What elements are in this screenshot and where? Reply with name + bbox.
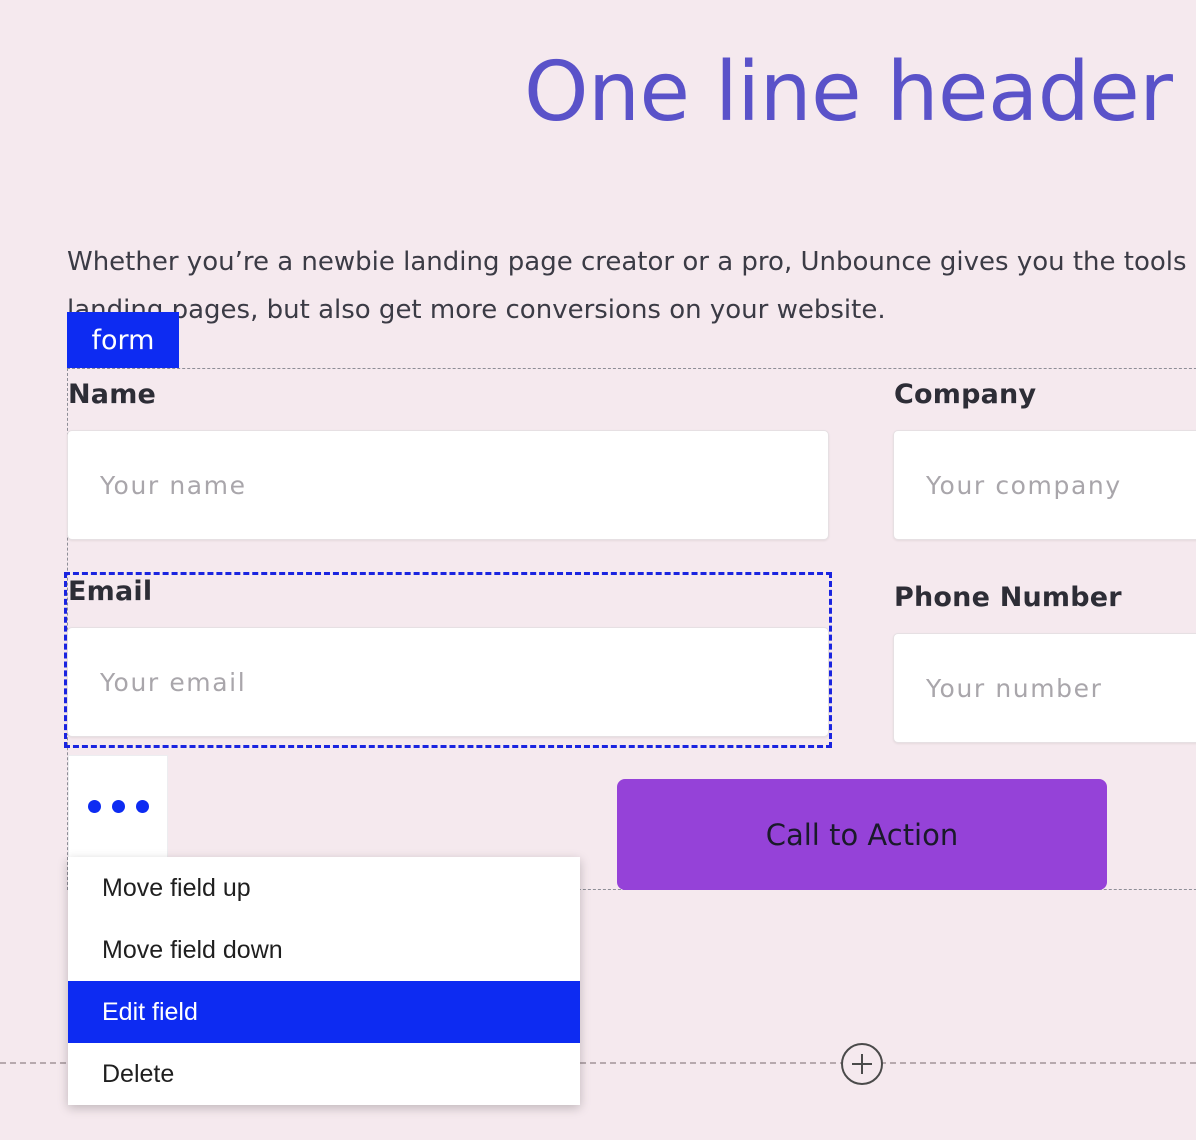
plus-circle-icon[interactable] — [841, 1043, 883, 1085]
field-label-phone-number: Phone Number — [894, 582, 1122, 613]
field-input-phone-number[interactable]: Your number — [893, 633, 1196, 743]
field-placeholder-company: Your company — [926, 470, 1122, 500]
field-context-menu[interactable]: Move field up Move field down Edit field… — [68, 857, 580, 1105]
field-input-name[interactable]: Your name — [67, 430, 829, 540]
field-placeholder-name: Your name — [100, 470, 247, 500]
form-field-name[interactable]: Name Your name — [67, 378, 829, 540]
field-label-company: Company — [894, 379, 1037, 410]
menu-item-move-field-down[interactable]: Move field down — [68, 919, 580, 981]
field-label-email: Email — [68, 576, 153, 607]
field-options-button[interactable] — [68, 755, 168, 858]
field-input-company[interactable]: Your company — [893, 430, 1196, 540]
three-dots-icon-dot-3 — [135, 800, 149, 813]
field-label-name: Name — [68, 379, 157, 410]
form-field-company[interactable]: Company Your company — [893, 378, 1196, 540]
form-field-email[interactable]: Email Your email — [64, 572, 832, 748]
three-dots-icon-dot-1 — [87, 800, 101, 813]
page-title[interactable]: One line header — [524, 52, 1173, 134]
three-dots-icon-dot-2 — [111, 800, 125, 813]
menu-item-edit-field[interactable]: Edit field — [68, 981, 580, 1043]
menu-item-delete[interactable]: Delete — [68, 1043, 580, 1105]
call-to-action-button[interactable]: Call to Action — [617, 779, 1107, 890]
form-field-phone-number[interactable]: Phone Number Your number — [893, 581, 1196, 743]
intro-paragraph-line-1: Whether you’re a newbie landing page cre… — [67, 247, 1187, 277]
intro-paragraph-line-2: landing pages, but also get more convers… — [67, 295, 886, 325]
field-placeholder-phone-number: Your number — [926, 673, 1103, 703]
page-canvas: One line header Whether you’re a newbie … — [0, 0, 1196, 1140]
menu-item-move-field-up[interactable]: Move field up — [68, 857, 580, 919]
field-placeholder-email: Your email — [100, 667, 247, 697]
form-label-badge[interactable]: form — [67, 312, 179, 368]
field-input-email[interactable]: Your email — [67, 627, 829, 737]
intro-paragraph[interactable]: Whether you’re a newbie landing page cre… — [67, 238, 1196, 334]
